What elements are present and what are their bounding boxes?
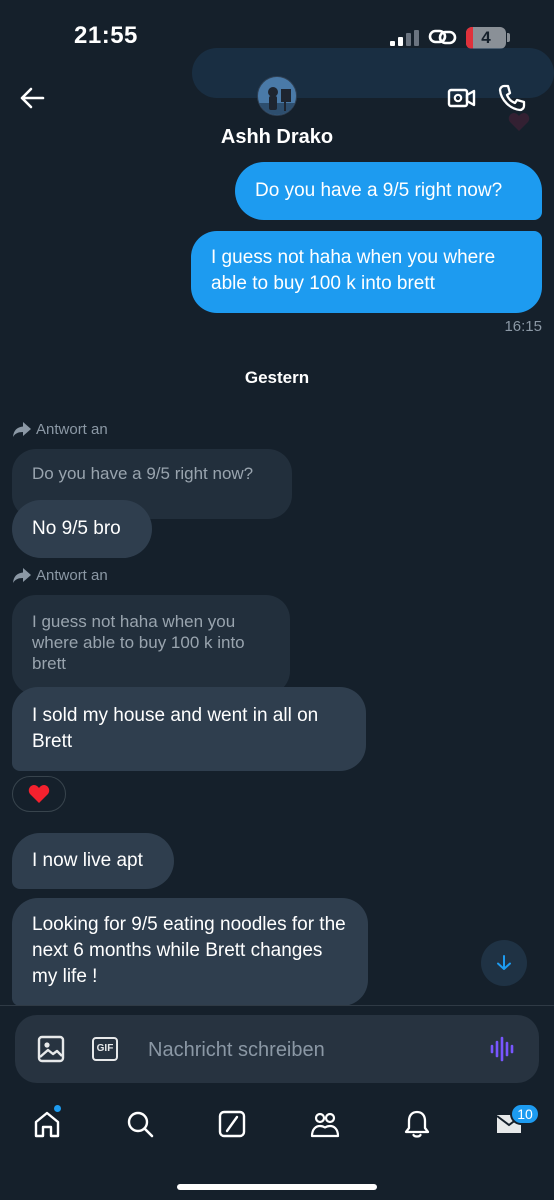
avatar[interactable] [257,76,297,116]
received-message[interactable]: I now live apt [12,833,174,889]
communities-icon [310,1112,340,1138]
signal-icon [390,30,419,46]
grok-icon [218,1110,246,1138]
nav-notifications[interactable] [397,1104,437,1144]
contact-name[interactable]: Ashh Drako [0,126,554,149]
heart-icon [28,785,50,803]
messages-badge: 10 [510,1103,540,1125]
heart-reaction[interactable] [12,776,66,812]
voice-message-icon[interactable] [488,1034,518,1064]
reply-label: Antwort an [12,420,108,438]
link-icon [428,29,457,45]
sent-message[interactable]: Do you have a 9/5 right now? [235,162,542,220]
home-notification-dot [53,1104,62,1113]
phone-icon[interactable] [496,82,528,114]
quoted-message[interactable]: I guess not haha when you where able to … [12,595,290,695]
battery-level: 4 [481,28,491,47]
message-input[interactable] [148,1035,468,1065]
message-timestamp: 16:15 [504,318,542,335]
reply-label-text: Antwort an [36,420,108,438]
back-arrow-icon[interactable] [16,82,48,114]
avatar-image [258,77,296,115]
reply-label-text: Antwort an [36,566,108,584]
battery-indicator: 4 [466,27,506,49]
received-message[interactable]: Looking for 9/5 eating noodles for the n… [12,898,368,1006]
heart-icon [508,113,530,131]
reply-arrow-icon [13,568,31,583]
nav-communities[interactable] [305,1104,345,1144]
home-icon [34,1111,60,1138]
scroll-to-bottom-button[interactable] [481,940,527,986]
status-time: 21:55 [74,22,138,49]
nav-grok[interactable] [212,1104,252,1144]
day-separator: Gestern [244,368,310,387]
reply-arrow-icon [13,422,31,437]
bell-icon [404,1110,430,1138]
home-indicator [177,1184,377,1190]
sent-message[interactable]: I guess not haha when you where able to … [191,231,542,313]
video-camera-icon[interactable] [446,82,478,114]
arrow-down-icon [497,955,511,970]
reply-label: Antwort an [12,566,108,584]
received-message[interactable]: I sold my house and went in all on Brett [12,687,366,771]
image-icon[interactable] [36,1034,66,1064]
received-message[interactable]: No 9/5 bro [12,500,152,558]
gif-button[interactable]: GIF [92,1037,118,1061]
battery-tip [507,33,510,42]
search-icon [127,1111,154,1138]
nav-search[interactable] [120,1104,160,1144]
